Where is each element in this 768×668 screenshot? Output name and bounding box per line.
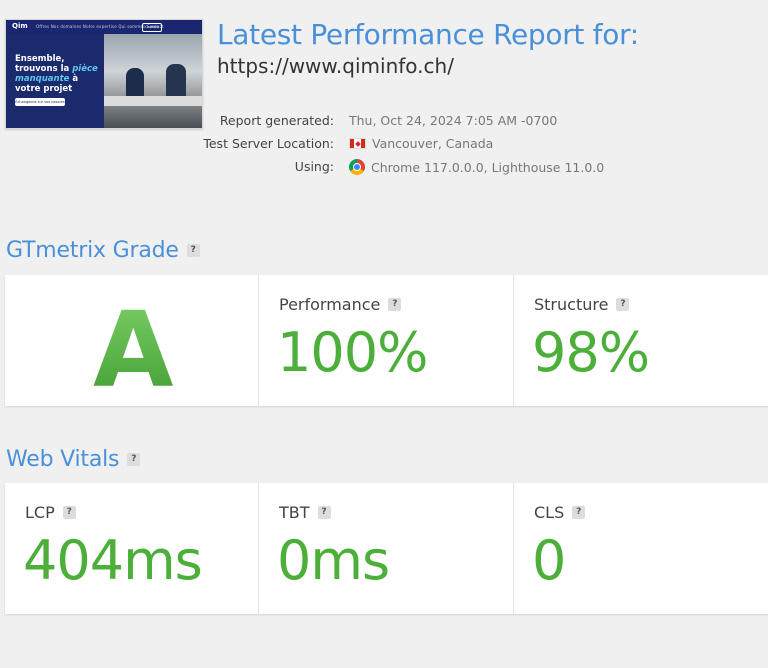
structure-label: Structure [534, 295, 609, 314]
thumbnail-nav-button: Contact [142, 23, 162, 32]
thumbnail-cta: Échangeons sur vos besoins [15, 98, 65, 106]
meta-row-report-generated: Report generated: Thu, Oct 24, 2024 7:05… [200, 113, 620, 136]
report-generated-value: Thu, Oct 24, 2024 7:05 AM -0700 [349, 113, 558, 128]
cls-help-icon[interactable]: ? [572, 506, 586, 519]
performance-cell: Performance ? 100% [259, 275, 514, 406]
report-generated-label: Report generated: [219, 113, 334, 128]
thumbnail-headline: Ensemble, trouvons la pièce manquante à … [15, 54, 98, 94]
gtmetrix-grade-help-icon[interactable]: ? [186, 244, 200, 257]
report-url[interactable]: https://www.qiminfo.ch/ [217, 54, 454, 78]
grade-letter: A [93, 289, 174, 411]
tbt-help-icon[interactable]: ? [317, 506, 331, 519]
performance-value: 100% [277, 321, 428, 384]
canada-flag-icon [349, 138, 366, 149]
thumbnail-photo [104, 34, 202, 128]
cls-value: 0 [532, 529, 566, 592]
structure-value: 98% [532, 321, 650, 384]
cls-label: CLS [534, 503, 565, 522]
chrome-icon [349, 159, 365, 175]
meta-row-server-location: Test Server Location: Vancouver, Canada [200, 136, 620, 159]
using-value: Chrome 117.0.0.0, Lighthouse 11.0.0 [371, 159, 605, 175]
performance-help-icon[interactable]: ? [388, 298, 402, 311]
gtmetrix-grade-panel: A Performance ? 100% Structure ? 98% [5, 275, 768, 411]
using-label: Using: [294, 159, 334, 174]
gtmetrix-grade-title: GTmetrix Grade [6, 238, 179, 263]
thumbnail-logo: Qim [12, 22, 28, 30]
grade-cell: A [5, 275, 259, 411]
cls-cell: CLS ? 0 [514, 483, 768, 614]
web-vitals-help-icon[interactable]: ? [127, 453, 141, 466]
server-location-value: Vancouver, Canada [372, 136, 494, 151]
tbt-value: 0ms [277, 529, 390, 592]
gtmetrix-grade-heading: GTmetrix Grade ? [6, 238, 200, 263]
web-vitals-panel: LCP ? 404ms TBT ? 0ms CLS ? 0 [5, 483, 768, 614]
web-vitals-title: Web Vitals [6, 447, 120, 472]
site-screenshot-thumbnail: Qim Offres Nos domaines Notre expertise … [5, 19, 203, 129]
structure-help-icon[interactable]: ? [616, 298, 630, 311]
thumbnail-navbar: Qim Offres Nos domaines Notre expertise … [6, 20, 202, 34]
lcp-label: LCP [25, 503, 55, 522]
web-vitals-heading: Web Vitals ? [6, 447, 141, 472]
lcp-help-icon[interactable]: ? [62, 506, 76, 519]
structure-cell: Structure ? 98% [514, 275, 768, 406]
report-title: Latest Performance Report for: [217, 18, 639, 51]
server-location-label: Test Server Location: [203, 136, 334, 151]
tbt-cell: TBT ? 0ms [259, 483, 514, 614]
tbt-label: TBT [279, 503, 310, 522]
lcp-value: 404ms [23, 529, 203, 592]
meta-row-using: Using: Chrome 117.0.0.0, Lighthouse 11.0… [200, 159, 620, 182]
performance-label: Performance [279, 295, 381, 314]
lcp-cell: LCP ? 404ms [5, 483, 259, 614]
report-meta: Report generated: Thu, Oct 24, 2024 7:05… [200, 113, 620, 182]
